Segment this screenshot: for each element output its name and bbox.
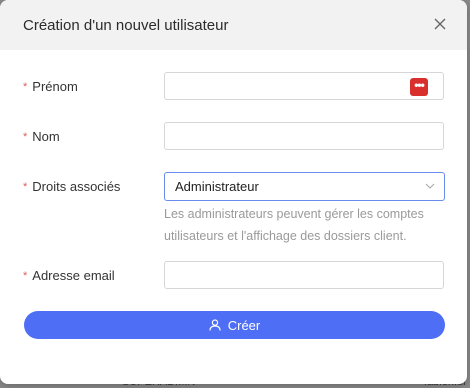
email-field[interactable]: [165, 262, 443, 288]
lastname-field[interactable]: [165, 123, 443, 149]
required-marker: *: [23, 131, 28, 143]
password-manager-icon[interactable]: •••: [410, 78, 428, 96]
required-marker: *: [23, 81, 28, 93]
user-icon: [209, 319, 221, 331]
rights-hint: Les administrateurs peuvent gérer les co…: [164, 207, 424, 243]
rights-select[interactable]: Administrateur: [164, 172, 445, 201]
email-field-wrapper: [164, 261, 444, 289]
close-icon[interactable]: [433, 17, 447, 31]
lastname-field-wrapper: [164, 122, 444, 150]
dialog-header: Création d'un nouvel utilisateur: [0, 0, 467, 50]
required-marker: *: [23, 181, 28, 193]
lastname-label: * Nom: [23, 129, 60, 144]
firstname-field-wrapper: •••: [164, 72, 444, 100]
create-button[interactable]: Créer: [24, 311, 445, 339]
create-user-dialog: Création d'un nouvel utilisateur * Prénom…: [0, 0, 467, 384]
create-button-label: Créer: [227, 317, 261, 333]
required-marker: *: [23, 270, 28, 282]
firstname-field[interactable]: [165, 73, 443, 99]
dialog-title: Création d'un nouvel utilisateur: [23, 17, 229, 34]
rights-selected-value: Administrateur: [175, 179, 259, 194]
firstname-label: * Prénom: [23, 79, 78, 94]
rights-label: * Droits associés: [23, 179, 121, 194]
chevron-down-icon: [425, 183, 435, 189]
email-label: * Adresse email: [23, 268, 115, 283]
